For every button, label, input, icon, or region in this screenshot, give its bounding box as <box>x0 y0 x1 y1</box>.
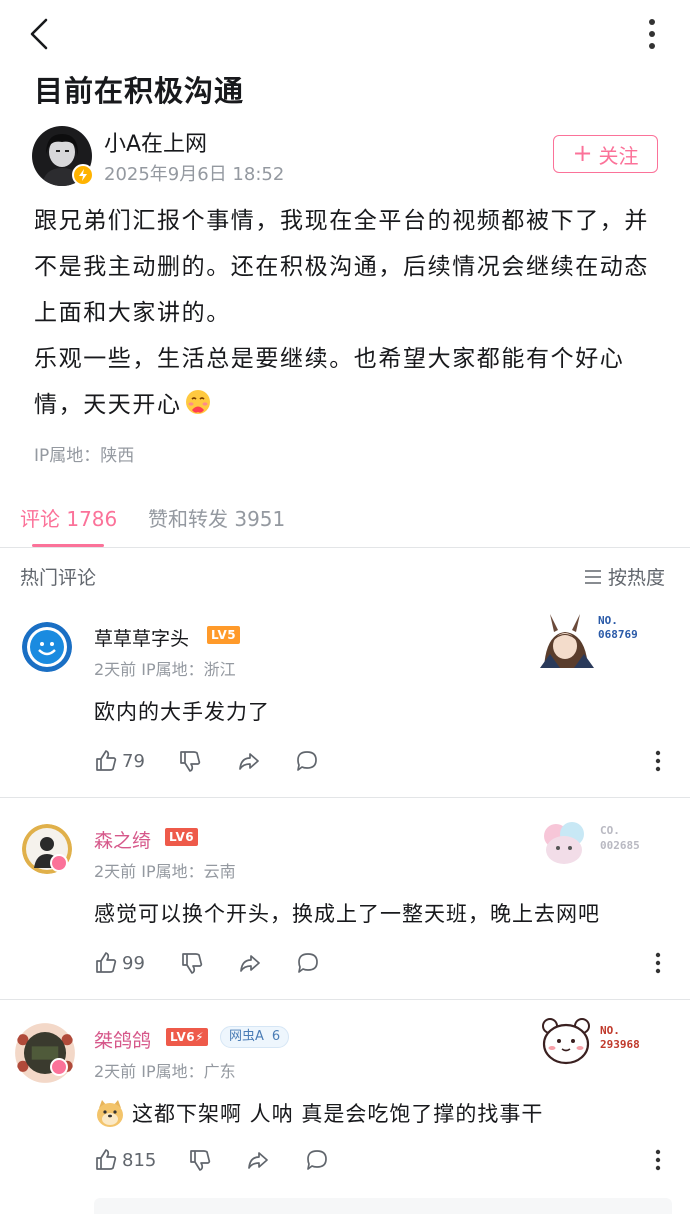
comment-more-button[interactable] <box>650 1148 666 1172</box>
reply-button[interactable] <box>296 951 320 975</box>
reply-button[interactable] <box>305 1148 329 1172</box>
share-button[interactable] <box>238 951 262 975</box>
post-paragraph-2: 乐观一些，生活总是要继续。也希望大家都能有个好心情，天天开心 <box>34 336 664 428</box>
comment-meta: 2天前 IP属地：广东 <box>94 1062 236 1081</box>
tab-likes-reposts[interactable]: 赞和转发 3951 <box>148 503 285 532</box>
doge-emoji-icon <box>97 1100 123 1127</box>
vip-badge-icon <box>50 1058 68 1076</box>
speech-bubble-icon <box>307 1150 327 1170</box>
top-bar <box>0 0 690 70</box>
share-arrow-icon <box>240 955 260 972</box>
hug-emoji-icon <box>184 386 212 414</box>
back-button[interactable] <box>22 14 58 54</box>
comment-text-row: 这都下架啊 人呐 真是会吃饱了撑的找事干 <box>94 1098 543 1128</box>
post-paragraph-1: 跟兄弟们汇报个事情，我现在全平台的视频都被下了，并不是我主动删的。还在积极沟通，… <box>34 208 649 326</box>
dislike-button[interactable] <box>188 1148 212 1172</box>
list-sort-icon <box>585 569 601 584</box>
speech-bubble-icon <box>298 953 318 973</box>
comment-item: 桀鸽鸽 LV6⚡ 网虫A 6 2天前 IP属地：广东 NO. 293968 这都… <box>0 1018 690 1204</box>
hot-comments-label: 热门评论 <box>20 567 97 589</box>
level-badge: LV5 <box>207 626 241 644</box>
comment-meta: 2天前 IP属地：云南 <box>94 862 236 881</box>
like-button[interactable]: 815 <box>94 1148 156 1172</box>
fan-medal-level: 6 <box>271 1029 281 1044</box>
level-badge: LV6 <box>165 828 199 846</box>
dislike-button[interactable] <box>180 951 204 975</box>
like-count: 99 <box>122 952 145 974</box>
commenter-avatar[interactable] <box>22 622 72 672</box>
like-count: 815 <box>122 1149 157 1171</box>
speech-bubble-icon <box>297 751 317 771</box>
decoration-card[interactable]: NO. 293968 <box>540 1014 670 1070</box>
author-name[interactable]: 小A在上网 <box>104 126 207 158</box>
follow-label: 关注 <box>598 143 639 168</box>
commenter-avatar[interactable] <box>14 1022 76 1084</box>
share-arrow-icon <box>248 1152 268 1169</box>
plus-icon: + <box>572 139 593 167</box>
comment-meta: 2天前 IP属地：浙江 <box>94 660 236 679</box>
reply-button[interactable] <box>295 749 319 773</box>
thumbs-down-icon <box>190 1150 211 1171</box>
post-body: 跟兄弟们汇报个事情，我现在全平台的视频都被下了，并不是我主动删的。还在积极沟通，… <box>34 198 664 428</box>
follow-button[interactable]: + 关注 <box>553 135 658 173</box>
post-time: 2025年9月6日 18:52 <box>104 164 285 185</box>
chevron-left-icon <box>30 18 48 50</box>
tab-comments[interactable]: 评论 1786 <box>20 503 117 532</box>
comment-text: 这都下架啊 人呐 真是会吃饱了撑的找事干 <box>132 1102 544 1126</box>
decoration-card[interactable]: CO. 002685 <box>540 820 660 868</box>
sort-by-heat-button[interactable]: 按热度 <box>584 563 665 590</box>
comment-text: 感觉可以换个开头，换成上了一整天班，晚上去网吧 <box>94 902 600 926</box>
thumbs-up-icon <box>96 952 117 973</box>
commenter-name[interactable]: 草草草字头 <box>94 624 189 651</box>
more-vertical-icon <box>655 952 661 974</box>
like-button[interactable]: 79 <box>94 749 145 773</box>
comment-text: 欧内的大手发力了 <box>94 700 270 724</box>
fan-medal-badge[interactable]: 网虫A 6 <box>220 1026 290 1048</box>
more-vertical-icon <box>655 750 661 772</box>
verified-badge-icon <box>72 164 94 186</box>
post-ip-location: IP属地：陕西 <box>34 446 135 466</box>
comment-divider <box>0 797 690 798</box>
more-vertical-icon <box>655 1149 661 1171</box>
comment-item: 草草草字头 LV5 2天前 IP属地：浙江 NO. 068769 欧内的大手发力… <box>0 614 690 798</box>
thumbs-up-icon <box>96 1149 117 1170</box>
decoration-number: 002685 <box>600 839 640 852</box>
like-count: 79 <box>122 750 145 772</box>
more-vertical-icon <box>649 19 655 49</box>
like-button[interactable]: 99 <box>94 951 145 975</box>
post-paragraph-2-text: 乐观一些，生活总是要继续。也希望大家都能有个好心情，天天开心 <box>34 346 625 418</box>
decoration-number: 068769 <box>598 628 638 641</box>
fan-medal-name: 网虫A <box>229 1029 264 1044</box>
share-button[interactable] <box>237 749 261 773</box>
share-button[interactable] <box>246 1148 270 1172</box>
decoration-card[interactable]: NO. 068769 <box>530 608 660 668</box>
comment-item: 森之绮 LV6 2天前 IP属地：云南 CO. 002685 感觉可以换个开头，… <box>0 822 690 1000</box>
thumbs-down-icon <box>180 751 201 772</box>
comment-more-button[interactable] <box>650 951 666 975</box>
comment-divider <box>0 999 690 1000</box>
vip-badge-icon <box>50 854 68 872</box>
thumbs-up-icon <box>96 750 117 771</box>
decoration-number-label: NO. <box>598 614 618 627</box>
commenter-name[interactable]: 森之绮 <box>94 826 151 853</box>
thumbs-down-icon <box>182 953 203 974</box>
reply-preview-box[interactable] <box>94 1198 672 1214</box>
decoration-number-label: CO. <box>600 824 620 837</box>
dislike-button[interactable] <box>178 749 202 773</box>
commenter-name[interactable]: 桀鸽鸽 <box>94 1026 151 1053</box>
tab-divider <box>0 547 690 548</box>
more-button[interactable] <box>636 16 668 52</box>
decoration-number: 293968 <box>600 1038 640 1051</box>
sort-label: 按热度 <box>608 567 666 589</box>
decoration-number-label: NO. <box>600 1024 620 1037</box>
level-badge: LV6⚡ <box>166 1028 209 1046</box>
share-arrow-icon <box>239 753 259 770</box>
comment-more-button[interactable] <box>650 749 666 773</box>
post-title: 目前在积极沟通 <box>34 74 245 108</box>
